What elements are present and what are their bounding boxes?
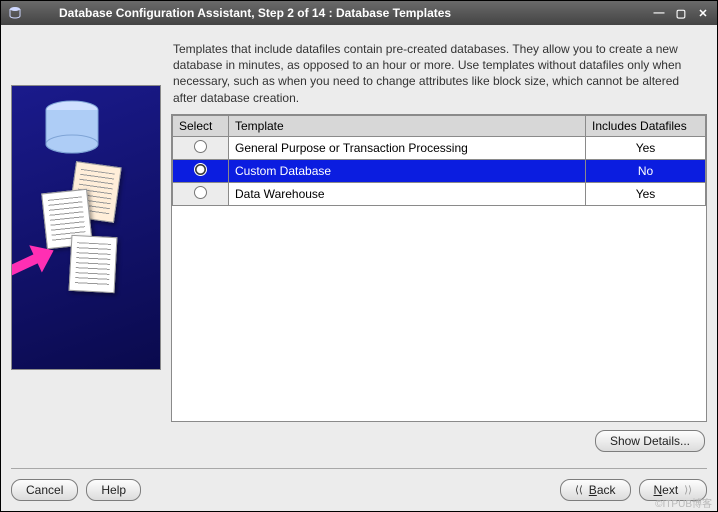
- template-radio[interactable]: [194, 140, 207, 153]
- col-template: Template: [229, 115, 586, 136]
- minimize-button[interactable]: —: [651, 5, 667, 21]
- table-row[interactable]: Custom Database No: [173, 159, 706, 182]
- template-includes: Yes: [586, 182, 706, 205]
- col-includes: Includes Datafiles: [586, 115, 706, 136]
- template-includes: No: [586, 159, 706, 182]
- chevron-right-icon: ⟩⟩: [684, 485, 692, 496]
- template-includes: Yes: [586, 136, 706, 159]
- app-icon: [7, 5, 23, 21]
- help-button[interactable]: Help: [86, 479, 141, 501]
- col-select: Select: [173, 115, 229, 136]
- instruction-text: Templates that include datafiles contain…: [171, 35, 707, 114]
- wizard-illustration: [11, 85, 161, 370]
- templates-table: Select Template Includes Datafiles Gener…: [171, 114, 707, 422]
- wizard-footer: Cancel Help ⟨⟨ Back Next ⟩⟩: [1, 469, 717, 511]
- doc-icon: [69, 235, 118, 293]
- table-row[interactable]: General Purpose or Transaction Processin…: [173, 136, 706, 159]
- show-details-button[interactable]: Show Details...: [595, 430, 705, 452]
- chevron-left-icon: ⟨⟨: [575, 485, 583, 496]
- template-name: General Purpose or Transaction Processin…: [229, 136, 586, 159]
- back-button[interactable]: ⟨⟨ Back: [560, 479, 631, 501]
- template-name: Custom Database: [229, 159, 586, 182]
- template-radio[interactable]: [194, 186, 207, 199]
- template-radio[interactable]: [194, 163, 207, 176]
- close-button[interactable]: ✕: [695, 5, 711, 21]
- maximize-button[interactable]: ▢: [673, 5, 689, 21]
- table-row[interactable]: Data Warehouse Yes: [173, 182, 706, 205]
- back-label: ack: [597, 483, 616, 497]
- watermark: ©ITPUB博客: [655, 495, 712, 510]
- window-title: Database Configuration Assistant, Step 2…: [29, 6, 651, 20]
- titlebar: Database Configuration Assistant, Step 2…: [1, 1, 717, 25]
- cancel-button[interactable]: Cancel: [11, 479, 78, 501]
- template-name: Data Warehouse: [229, 182, 586, 205]
